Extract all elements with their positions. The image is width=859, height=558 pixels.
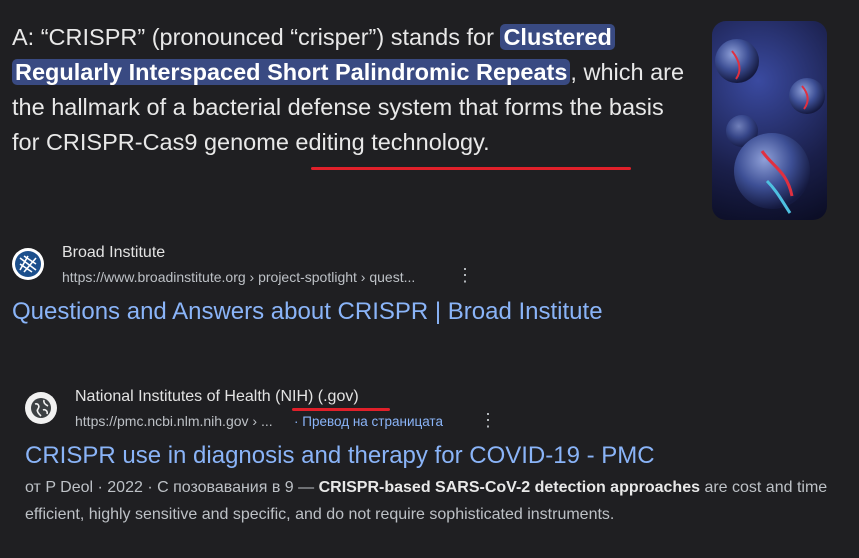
- answer-prefix: A: “CRISPR” (pronounced “crisper”) stand…: [12, 24, 501, 50]
- snippet-bold: CRISPR-based SARS-CoV-2 detection approa…: [318, 479, 700, 496]
- result1-title-link[interactable]: Questions and Answers about CRISPR | Bro…: [12, 298, 603, 326]
- result2-snippet: от P Deol · 2022 · С позовавания в 9 — C…: [25, 474, 845, 528]
- snippet-meta: от P Deol · 2022 · С позовавания в 9 —: [25, 479, 319, 496]
- result1-site-name[interactable]: Broad Institute: [62, 244, 165, 262]
- red-underline-annotation-nih: [292, 408, 390, 411]
- result2-translate-link[interactable]: · Превод на страницата: [294, 414, 443, 429]
- answer-underlined-phrase: genome editing technology: [203, 129, 484, 155]
- result2-site-name[interactable]: National Institutes of Health (NIH) (.go…: [75, 388, 359, 406]
- result2-more-options-icon[interactable]: ⋮: [479, 411, 497, 429]
- result1-more-options-icon[interactable]: ⋮: [456, 266, 474, 284]
- crispr-thumbnail-image[interactable]: [712, 21, 827, 220]
- answer-highlight-clustered: Clustered: [500, 24, 615, 50]
- red-underline-annotation: [311, 167, 631, 170]
- result2-url[interactable]: https://pmc.ncbi.nlm.nih.gov › ...: [75, 413, 273, 429]
- broad-institute-logo-icon: [15, 251, 41, 277]
- result1-url[interactable]: https://www.broadinstitute.org › project…: [62, 269, 415, 285]
- nih-favicon[interactable]: [25, 392, 57, 424]
- result2-title-link[interactable]: CRISPR use in diagnosis and therapy for …: [25, 442, 655, 470]
- answer-suffix: .: [483, 129, 490, 155]
- broad-institute-favicon[interactable]: [12, 248, 44, 280]
- answer-highlight-acronym: Regularly Interspaced Short Palindromic …: [12, 59, 571, 85]
- featured-answer: A: “CRISPR” (pronounced “crisper”) stand…: [12, 20, 692, 160]
- crispr-illustration-icon: [715, 39, 825, 214]
- globe-icon: [31, 398, 51, 418]
